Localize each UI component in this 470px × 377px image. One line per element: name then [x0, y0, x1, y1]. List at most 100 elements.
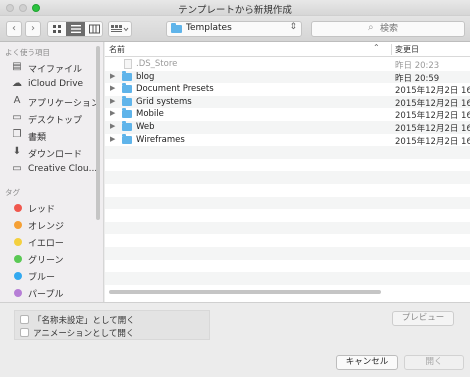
search-icon: ⌕ — [368, 22, 374, 33]
toolbar: ‹ › Templates ⇕ ⌕ — [0, 16, 470, 42]
file-name: Document Presets — [136, 84, 214, 95]
sidebar-tag-yellow[interactable]: イエロー — [0, 233, 100, 250]
checkbox-label: アニメーションとして開く — [33, 329, 135, 339]
cancel-button[interactable]: キャンセル — [336, 355, 398, 370]
checkbox-square[interactable] — [20, 328, 29, 337]
sidebar-item-label: グリーン — [28, 256, 64, 266]
open-options-box: 「名称未設定」として開く アニメーションとして開く — [14, 310, 210, 340]
location-popup[interactable]: Templates ⇕ — [166, 21, 302, 37]
chevron-left-icon: ‹ — [12, 23, 16, 34]
disclosure-triangle-icon[interactable]: ▶ — [110, 97, 115, 105]
column-divider[interactable] — [391, 44, 392, 55]
folder-icon — [122, 133, 132, 144]
horizontal-scrollbar[interactable] — [109, 290, 381, 294]
sidebar-tag-purple[interactable]: パープル — [0, 284, 100, 301]
empty-row — [105, 159, 470, 172]
disclosure-triangle-icon[interactable]: ▶ — [110, 135, 115, 143]
sidebar-tag-green[interactable]: グリーン — [0, 250, 100, 267]
checkbox-square[interactable] — [20, 315, 29, 324]
folder-icon — [122, 95, 132, 106]
file-row[interactable]: .DS_Store 昨日 20:23 — [105, 58, 470, 71]
sidebar-item-label: デスクトップ — [28, 116, 83, 126]
search-input[interactable] — [380, 23, 460, 35]
icon-view-button[interactable] — [48, 22, 66, 36]
sidebar-item-applications[interactable]: A アプリケーション — [0, 93, 100, 110]
file-date: 2015年12月2日 16:2 — [395, 136, 470, 147]
sidebar-item-downloads[interactable]: ⬇ ダウンロード — [0, 144, 100, 161]
view-mode-segmented-control — [47, 21, 103, 37]
location-label: Templates — [186, 23, 232, 33]
open-as-animation-checkbox[interactable]: アニメーションとして開く — [20, 327, 180, 339]
folder-icon — [122, 121, 132, 131]
list-view-button[interactable] — [66, 22, 85, 36]
file-name: Mobile — [136, 109, 164, 120]
folder-icon — [122, 83, 132, 94]
sidebar-tags-heading: タグ — [5, 188, 20, 197]
date-column-header[interactable]: 変更日 — [395, 44, 419, 55]
updown-chevron-icon: ⇕ — [289, 22, 297, 32]
sidebar-tag-orange[interactable]: オレンジ — [0, 216, 100, 233]
disclosure-triangle-icon[interactable]: ▶ — [110, 72, 115, 80]
file-row[interactable]: ▶ Grid systems 2015年12月2日 16:2 — [105, 95, 470, 109]
file-name: blog — [136, 71, 155, 82]
column-header: 名前 ⌃ 変更日 — [105, 42, 470, 57]
back-button[interactable]: ‹ — [6, 21, 22, 37]
disclosure-triangle-icon[interactable]: ▶ — [110, 122, 115, 130]
list-view-icon — [70, 25, 81, 33]
document-icon — [124, 59, 132, 69]
preview-button[interactable]: プレビュー — [392, 311, 454, 326]
sidebar-item-desktop[interactable]: ▭ デスクトップ — [0, 110, 100, 127]
sidebar-favorites-heading: よく使う項目 — [5, 48, 50, 57]
tag-color-dot — [14, 255, 22, 263]
search-field[interactable]: ⌕ — [311, 21, 465, 37]
file-row[interactable]: ▶ Document Presets 2015年12月2日 16:2 — [105, 83, 470, 96]
disclosure-triangle-icon[interactable]: ▶ — [110, 84, 115, 92]
sidebar: よく使う項目 ▤ マイファイル ☁ iCloud Drive A アプリケーショ… — [0, 42, 104, 302]
open-as-untitled-checkbox[interactable]: 「名称未設定」として開く — [20, 314, 180, 326]
file-row[interactable]: ▶ blog 昨日 20:59 — [105, 70, 470, 84]
arrange-menu-button[interactable] — [108, 21, 132, 37]
column-view-button[interactable] — [85, 22, 102, 36]
file-name: Wireframes — [136, 134, 185, 145]
disclosure-triangle-icon[interactable]: ▶ — [110, 109, 115, 117]
file-date: 2015年12月2日 16:2 — [395, 124, 470, 134]
file-name: Grid systems — [136, 96, 192, 107]
empty-row — [105, 171, 470, 184]
options-panel: 「名称未設定」として開く アニメーションとして開く プレビュー — [0, 302, 470, 347]
documents-icon: ❐ — [12, 129, 22, 140]
sidebar-item-creative-cloud[interactable]: ▭ Creative Clou... — [0, 161, 100, 178]
sidebar-item-label: イエロー — [28, 239, 64, 249]
folder-icon — [122, 108, 132, 119]
file-date: 2015年12月2日 16:2 — [395, 86, 470, 97]
sidebar-item-all-my-files[interactable]: ▤ マイファイル — [0, 59, 100, 76]
sidebar-item-label: パープル — [28, 290, 64, 300]
column-view-icon — [88, 24, 100, 34]
sidebar-scrollbar[interactable] — [96, 46, 100, 220]
sidebar-tag-blue[interactable]: ブルー — [0, 267, 100, 284]
sidebar-tag-red[interactable]: レッド — [0, 199, 100, 216]
empty-row — [105, 247, 470, 260]
title-bar: テンプレートから新規作成 — [0, 0, 470, 16]
sidebar-item-label: ブルー — [28, 273, 56, 283]
file-date: 2015年12月2日 16:2 — [395, 111, 470, 122]
sidebar-item-label: レッド — [28, 205, 56, 215]
open-button[interactable]: 開く — [404, 355, 464, 370]
file-row[interactable]: ▶ Mobile 2015年12月2日 16:2 — [105, 108, 470, 121]
file-row[interactable]: ▶ Web 2015年12月2日 16:2 — [105, 121, 470, 134]
tag-color-dot — [14, 204, 22, 212]
grid-view-icon — [53, 25, 61, 33]
name-column-header[interactable]: 名前 — [109, 44, 125, 55]
forward-button[interactable]: › — [25, 21, 41, 37]
downloads-icon: ⬇ — [12, 146, 22, 157]
sidebar-item-icloud-drive[interactable]: ☁ iCloud Drive — [0, 76, 100, 93]
open-dialog-window: テンプレートから新規作成 ‹ › Templates ⇕ ⌕ 検索 よく使う項目… — [0, 0, 470, 377]
empty-row — [105, 260, 470, 273]
empty-row — [105, 234, 470, 247]
desktop-icon: ▭ — [12, 112, 22, 123]
file-row[interactable]: ▶ Wireframes 2015年12月2日 16:2 — [105, 133, 470, 147]
chevron-right-icon: › — [31, 23, 35, 34]
sidebar-item-documents[interactable]: ❐ 書類 — [0, 127, 100, 144]
empty-row — [105, 221, 470, 235]
folder-icon — [122, 70, 132, 81]
empty-row — [105, 209, 470, 222]
